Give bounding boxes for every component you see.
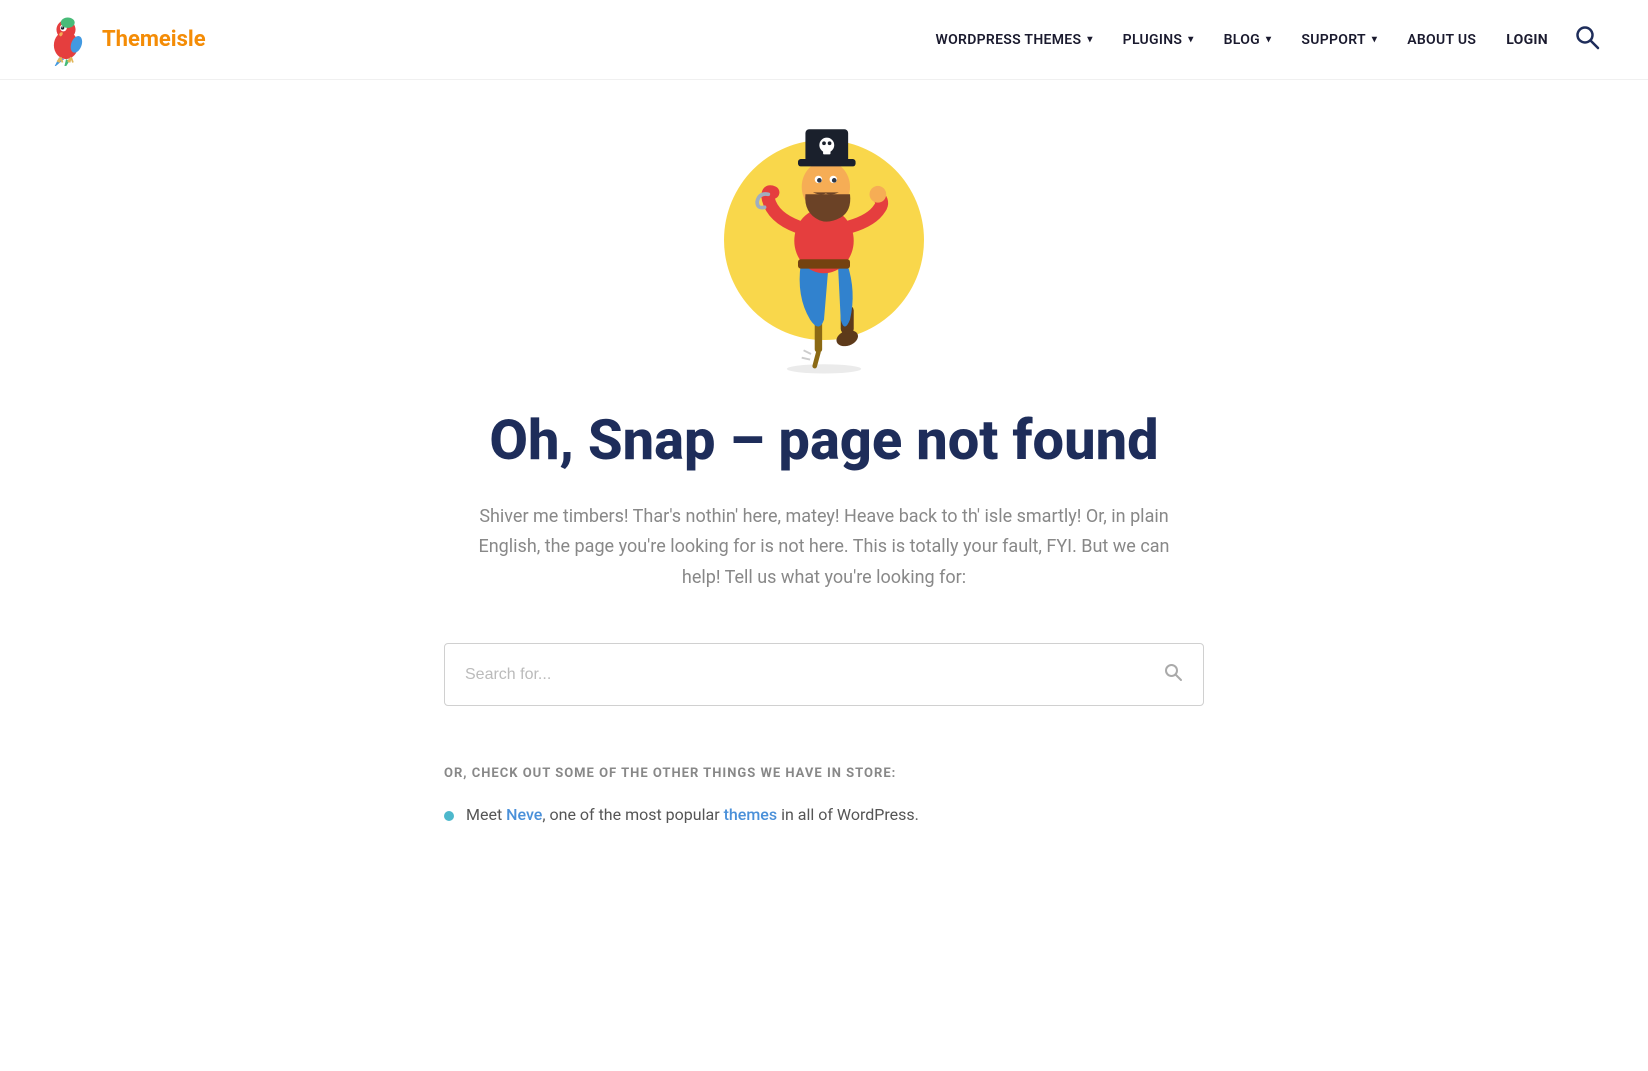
nav-item-wordpress-themes[interactable]: WORDPRESS THEMES ▾ bbox=[923, 24, 1104, 56]
search-icon[interactable] bbox=[1566, 16, 1608, 64]
nav-item-about-us[interactable]: ABOUT US bbox=[1395, 24, 1488, 56]
site-logo[interactable]: Themeisle bbox=[40, 14, 206, 66]
pirate-illustration bbox=[694, 120, 954, 380]
neve-link[interactable]: Neve bbox=[506, 805, 542, 824]
main-content: Oh, Snap – page not found Shiver me timb… bbox=[424, 80, 1224, 914]
checkout-label: OR, CHECK OUT SOME OF THE OTHER THINGS W… bbox=[444, 766, 1204, 781]
nav-item-support[interactable]: SUPPORT ▾ bbox=[1289, 24, 1389, 56]
main-nav: WORDPRESS THEMES ▾ PLUGINS ▾ BLOG ▾ SUPP… bbox=[923, 16, 1608, 64]
chevron-down-icon: ▾ bbox=[1266, 34, 1271, 45]
bullet-dot-icon bbox=[444, 811, 454, 821]
nav-item-login[interactable]: LOGIN bbox=[1494, 24, 1560, 56]
search-input[interactable] bbox=[445, 648, 1143, 702]
chevron-down-icon: ▾ bbox=[1087, 34, 1092, 45]
search-submit-icon bbox=[1163, 662, 1183, 682]
chevron-down-icon: ▾ bbox=[1372, 34, 1377, 45]
chevron-down-icon: ▾ bbox=[1188, 34, 1193, 45]
nav-item-plugins[interactable]: PLUGINS ▾ bbox=[1111, 24, 1206, 56]
site-header: Themeisle WORDPRESS THEMES ▾ PLUGINS ▾ B… bbox=[0, 0, 1648, 80]
checkout-list: Meet Neve, one of the most popular theme… bbox=[444, 805, 1204, 824]
list-item: Meet Neve, one of the most popular theme… bbox=[444, 805, 1204, 824]
parrot-logo-icon bbox=[40, 14, 92, 66]
themes-link[interactable]: themes bbox=[724, 805, 778, 824]
error-heading: Oh, Snap – page not found bbox=[489, 410, 1158, 472]
nav-item-blog[interactable]: BLOG ▾ bbox=[1212, 24, 1284, 56]
logo-text: Themeisle bbox=[102, 27, 206, 52]
pirate-figure-icon bbox=[714, 120, 934, 380]
search-button[interactable] bbox=[1143, 644, 1203, 705]
error-description: Shiver me timbers! Thar's nothin' here, … bbox=[474, 502, 1174, 594]
search-container bbox=[444, 643, 1204, 706]
checkout-section: OR, CHECK OUT SOME OF THE OTHER THINGS W… bbox=[444, 766, 1204, 834]
